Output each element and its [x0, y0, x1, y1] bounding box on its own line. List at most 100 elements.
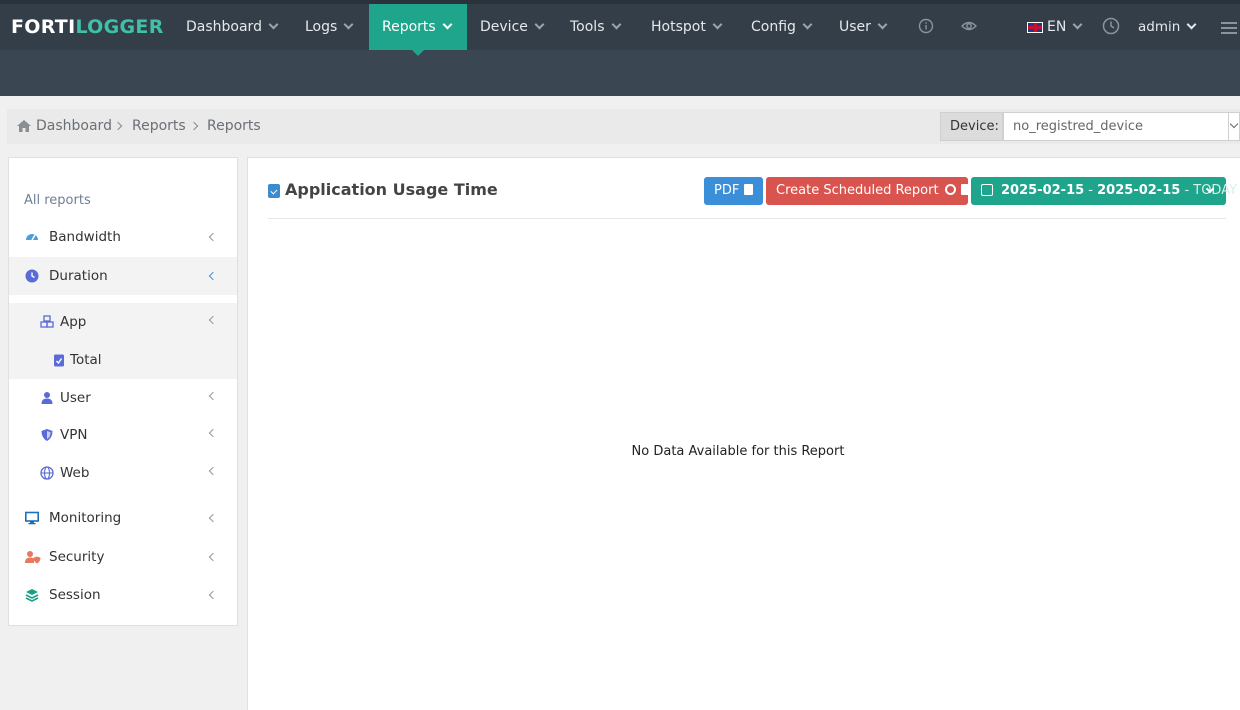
chevron-down-icon[interactable] — [1228, 112, 1240, 141]
sidebar-item-label: Security — [49, 549, 105, 565]
chevron-down-icon — [712, 19, 723, 30]
sidebar-item-label: Monitoring — [49, 510, 122, 526]
sidebar-item-label: Session — [49, 587, 101, 603]
nav-reports[interactable]: Reports — [369, 4, 467, 56]
nav-device-label: Device — [480, 19, 528, 35]
user-menu[interactable]: admin — [1125, 4, 1208, 50]
sidebar-item-label: User — [60, 390, 91, 406]
chevron-left-icon — [208, 428, 218, 438]
calendar-icon — [981, 183, 993, 196]
sidebar-item-total[interactable]: Total — [9, 341, 237, 379]
nav-tools[interactable]: Tools — [557, 4, 633, 50]
nav-dashboard[interactable]: Dashboard — [173, 4, 290, 50]
nav-user[interactable]: User — [826, 4, 899, 50]
chevron-left-icon — [208, 232, 218, 242]
nav-hotspot[interactable]: Hotspot — [638, 4, 734, 50]
layers-icon — [25, 589, 39, 602]
chevron-down-icon — [343, 19, 354, 30]
chevron-down-icon — [611, 19, 621, 30]
info-icon[interactable] — [918, 18, 934, 34]
home-icon[interactable] — [16, 119, 32, 133]
clipboard-check-icon — [268, 184, 280, 198]
breadcrumb-reports[interactable]: Reports — [132, 109, 186, 144]
breadcrumb: Dashboard Reports Reports Device: no_reg… — [7, 109, 1240, 144]
sidebar-item-session[interactable]: Session — [9, 576, 237, 614]
sidebar-item-label: VPN — [60, 427, 88, 443]
device-select[interactable]: no_registred_device — [1003, 112, 1240, 141]
breadcrumb-current: Reports — [207, 118, 261, 134]
chevron-left-icon — [208, 590, 218, 600]
pdf-button[interactable]: PDF — [704, 177, 763, 205]
clock-icon[interactable] — [1102, 17, 1120, 35]
chevron-left-icon — [208, 271, 218, 281]
device-label: Device: — [940, 112, 1003, 141]
chevron-left-icon — [208, 552, 218, 562]
monitor-icon — [25, 511, 39, 525]
sidebar-item-label: Duration — [49, 268, 108, 284]
scheduled-button-label: Create Scheduled Report — [776, 183, 939, 198]
sidebar-item-bandwidth[interactable]: Bandwidth — [9, 218, 237, 256]
create-scheduled-report-button[interactable]: Create Scheduled Report — [766, 177, 970, 205]
chevron-down-icon — [802, 19, 813, 30]
main-navbar: FORTILOGGER Dashboard Logs Reports Devic… — [0, 4, 1240, 56]
date-to: 2025-02-15 — [1097, 183, 1181, 198]
chevron-down-icon — [877, 19, 888, 30]
date-from: 2025-02-15 — [1001, 183, 1085, 198]
gauge-icon — [26, 234, 38, 241]
nav-user-label: User — [839, 19, 871, 35]
sidebar-item-monitoring[interactable]: Monitoring — [9, 499, 237, 537]
reports-sidebar: All reports Bandwidth Duration App Total — [8, 157, 238, 626]
chevron-down-icon — [442, 19, 453, 30]
language-label: EN — [1047, 19, 1067, 35]
sidebar-item-label: Web — [60, 465, 90, 481]
sidebar-item-user[interactable]: User — [9, 379, 237, 417]
chevron-down-icon — [1072, 19, 1083, 30]
hamburger-icon[interactable] — [1221, 22, 1237, 34]
eye-icon[interactable] — [961, 18, 977, 34]
brand-part2: LOGGER — [75, 16, 164, 38]
sidebar-item-duration[interactable]: Duration — [9, 257, 237, 295]
clipboard-check-icon — [54, 354, 64, 367]
date-separator: - — [1088, 183, 1093, 198]
breadcrumb-dashboard[interactable]: Dashboard — [36, 109, 112, 144]
shield-icon — [41, 429, 53, 441]
language-selector[interactable]: EN — [1014, 4, 1094, 50]
sidebar-item-label: App — [60, 314, 87, 330]
nav-device[interactable]: Device — [467, 4, 556, 50]
brand-logo[interactable]: FORTILOGGER — [11, 16, 164, 38]
sidebar-item-app[interactable]: App — [9, 303, 237, 341]
clock-icon — [25, 269, 39, 283]
file-pdf-icon — [960, 184, 970, 195]
pdf-button-label: PDF — [714, 183, 740, 198]
sidebar-item-label: Bandwidth — [49, 229, 121, 245]
sidebar-item-vpn[interactable]: VPN — [9, 416, 237, 454]
all-reports-link[interactable]: All reports — [24, 193, 91, 208]
nav-config-label: Config — [751, 19, 796, 35]
nav-hotspot-label: Hotspot — [651, 19, 706, 35]
user-icon — [41, 392, 53, 404]
nav-reports-label: Reports — [382, 19, 436, 35]
sidebar-item-web[interactable]: Web — [9, 454, 237, 492]
chevron-left-icon — [208, 315, 218, 325]
cubes-icon — [40, 315, 54, 328]
nav-logs-label: Logs — [305, 19, 338, 35]
top-header: FORTILOGGER Dashboard Logs Reports Devic… — [0, 0, 1240, 96]
chevron-left-icon — [208, 466, 218, 476]
user-name: admin — [1138, 19, 1181, 35]
report-panel: Application Usage Time PDF Create Schedu… — [247, 157, 1240, 710]
flag-uk-icon — [1027, 21, 1043, 33]
panel-divider — [268, 218, 1226, 219]
chevron-down-icon — [1186, 19, 1197, 30]
page-title: Application Usage Time — [285, 180, 498, 199]
chevron-left-icon — [208, 513, 218, 523]
date-range-picker[interactable]: 2025-02-15 - 2025-02-15 - TODAY — [971, 177, 1237, 205]
chevron-right-icon — [113, 121, 123, 131]
nav-config[interactable]: Config — [738, 4, 824, 50]
nav-logs[interactable]: Logs — [292, 4, 365, 50]
brand-part1: FORTI — [11, 16, 76, 38]
sidebar-item-security[interactable]: Security — [9, 538, 237, 576]
file-pdf-icon — [744, 184, 754, 195]
empty-state-message: No Data Available for this Report — [631, 444, 845, 459]
history-icon — [944, 184, 956, 195]
chevron-left-icon — [208, 391, 218, 401]
